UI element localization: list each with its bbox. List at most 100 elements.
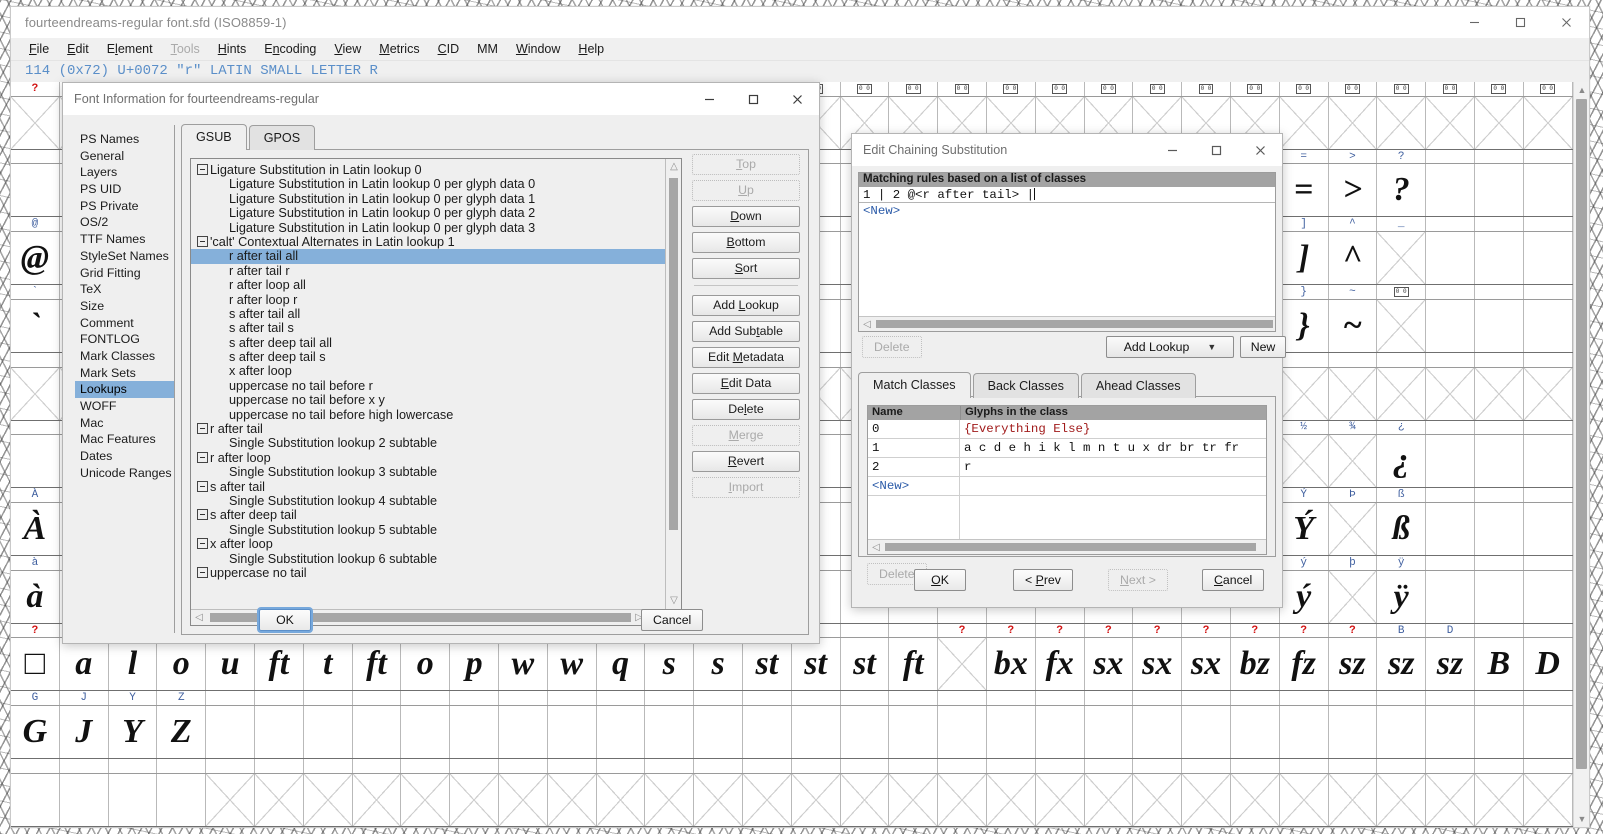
glyph-cell[interactable] [791,773,841,826]
glyph-cell[interactable] [1426,367,1475,420]
glyph-cell[interactable] [498,773,548,826]
glyph-cell[interactable] [1279,435,1329,488]
rule-row[interactable]: 1 | 2 @<r after tail> | [859,187,1275,203]
tree-node[interactable]: uppercase no tail before r [191,379,665,393]
sidebar-item-ps-names[interactable]: PS Names [75,131,174,148]
glyph-cell[interactable] [1328,570,1378,623]
glyph-cell[interactable] [1133,773,1183,826]
tree-node[interactable]: Ligature Substitution in Latin lookup 0 … [191,221,665,235]
sidebar-item-fontlog[interactable]: FONTLOG [75,331,174,348]
glyph-cell[interactable]: sx [1133,638,1183,691]
tree-scroll-up-icon[interactable]: △ [666,159,681,175]
sidebar-item-tex[interactable]: TeX [75,281,174,298]
class-new-row[interactable]: <New> [868,477,1266,496]
collapse-expander-icon[interactable] [197,451,208,463]
lookup-action-buttons[interactable]: Top Up Down Bottom Sort Add Lookup Add Subtabl… [692,154,800,503]
glyph-cell[interactable] [1280,706,1329,759]
glyph-cell[interactable] [986,773,1036,826]
sort-button[interactable]: Sort [692,258,800,279]
glyph-cell[interactable] [1328,96,1378,149]
glyph-cell[interactable] [645,773,695,826]
glyph-cell[interactable] [1133,706,1183,759]
collapse-expander-icon[interactable] [197,423,208,435]
collapse-expander-icon[interactable] [197,538,208,550]
glyph-cell[interactable]: = [1280,164,1329,217]
scroll-down-icon[interactable]: ▼ [1574,811,1589,827]
glyph-cell[interactable] [597,706,646,759]
rule-new-row[interactable]: <New> [859,203,1275,219]
glyph-cell[interactable]: @ [11,232,60,285]
glyph-grid-row[interactable]: □ a l o u ft t ft o p w w q s s st st st ft bx fx sx sx sx bz fz s… [11,638,1573,692]
glyph-cell[interactable] [596,773,646,826]
tree-node-selected[interactable]: r after tail all [191,249,665,264]
glyph-cell[interactable]: sx [1085,638,1134,691]
collapse-expander-icon[interactable] [197,566,208,578]
glyph-cell[interactable]: } [1280,299,1329,352]
glyph-cell[interactable] [1524,435,1573,488]
tree-node[interactable]: x after loop [191,364,665,378]
sidebar-item-mac[interactable]: Mac [75,415,174,432]
menu-encoding[interactable]: Encoding [255,38,325,61]
glyph-cell[interactable]: > [1329,164,1378,217]
glyph-cell[interactable]: ` [11,299,60,352]
glyph-grid-row[interactable] [11,773,1573,827]
menu-element[interactable]: Element [98,38,162,61]
glyph-cell[interactable] [11,164,60,217]
glyph-cell[interactable] [499,706,548,759]
sidebar-item-ttf-names[interactable]: TTF Names [75,231,174,248]
glyph-cell[interactable] [1475,435,1524,488]
tree-node[interactable]: Single Substitution lookup 2 subtable [191,436,665,450]
ok-button[interactable]: OK [914,569,966,591]
glyph-cell[interactable]: À [11,502,60,556]
glyph-cell[interactable] [1426,164,1475,217]
glyph-cell[interactable] [11,96,60,149]
tab-back-classes[interactable]: Back Classes [972,373,1079,398]
glyph-cell[interactable] [206,773,255,826]
font-info-sidebar[interactable]: PS Names General Layers PS UID PS Private OS/… [75,125,175,633]
glyph-cell[interactable] [1328,502,1378,556]
menu-help[interactable]: Help [569,38,613,61]
glyph-cell[interactable] [1426,706,1475,759]
glyph-cell[interactable]: D [1524,638,1573,691]
menu-edit[interactable]: Edit [58,38,98,61]
glyph-grid-scrollbar[interactable]: ▲ ▼ [1573,82,1589,827]
glyph-cell[interactable] [1231,706,1280,759]
glyph-cell[interactable] [1230,773,1280,826]
glyph-cell[interactable]: sz [1426,638,1475,691]
sidebar-item-mark-sets[interactable]: Mark Sets [75,365,174,382]
sidebar-item-comment[interactable]: Comment [75,315,174,332]
sidebar-item-mac-features[interactable]: Mac Features [75,431,174,448]
tree-node[interactable]: Ligature Substitution in Latin lookup 0 … [191,192,665,206]
font-info-minimize-icon[interactable] [687,83,731,115]
glyph-cell[interactable]: Z [157,706,207,759]
add-subtable-button[interactable]: Add Subtable [692,321,800,342]
glyph-cell[interactable] [1182,706,1231,759]
tree-node[interactable]: Ligature Substitution in Latin lookup 0 … [191,177,665,191]
rules-scroll-left-icon[interactable]: ◁ [859,317,875,331]
glyph-cell[interactable] [1426,435,1475,488]
tree-node[interactable]: uppercase no tail [191,566,665,580]
glyph-cell[interactable]: ] [1280,232,1329,285]
glyph-cell[interactable]: s [694,638,743,691]
glyph-cell[interactable]: J [60,706,109,759]
chaining-minimize-icon[interactable] [1150,134,1194,166]
glyph-cell[interactable] [1474,96,1524,149]
sidebar-item-mark-classes[interactable]: Mark Classes [75,348,174,365]
glyph-cell[interactable] [889,706,939,759]
classes-table-body[interactable]: 0 {Everything Else} 1 a c d e h i k l m n t… [868,420,1266,551]
glyph-cell[interactable]: ¿ [1377,435,1427,488]
glyph-cell[interactable] [254,773,304,826]
tree-node[interactable]: Ligature Substitution in Latin lookup 0 [191,163,665,177]
menu-cid[interactable]: CID [429,38,469,61]
font-info-ok-button[interactable]: OK [259,609,311,631]
edit-metadata-button[interactable]: Edit Metadata [692,347,800,368]
glyph-cell[interactable] [1426,299,1475,352]
glyph-cell[interactable]: ~ [1329,299,1378,352]
class-row[interactable]: 1 a c d e h i k l m n t u x dr br tr fr [868,439,1266,458]
menu-window[interactable]: Window [507,38,569,61]
glyph-cell[interactable] [694,706,743,759]
glyph-cell[interactable] [1377,706,1427,759]
glyph-cell[interactable]: fx [1036,638,1085,691]
matching-rules-list[interactable]: 1 | 2 @<r after tail> | <New> [859,187,1275,316]
tree-vscroll-thumb[interactable] [669,178,678,530]
